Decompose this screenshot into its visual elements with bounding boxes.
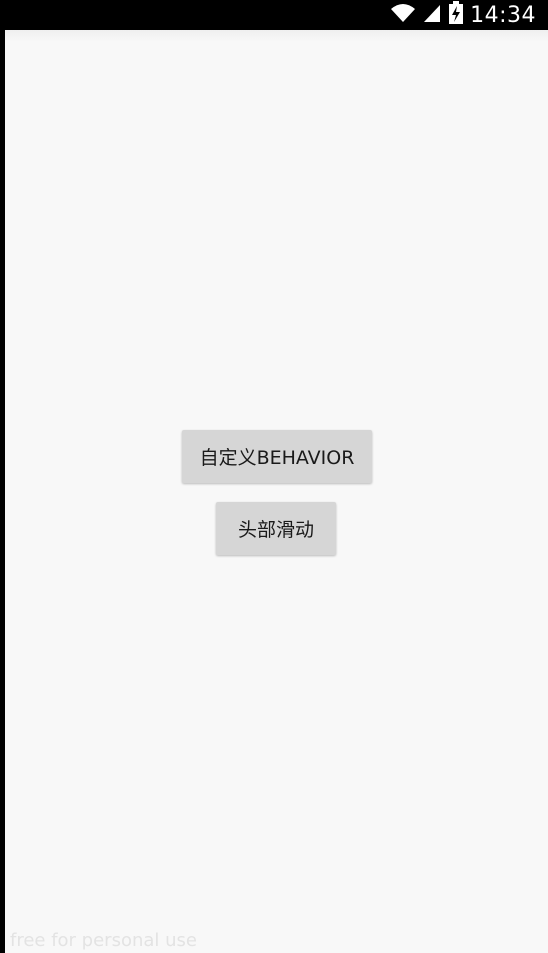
main-content: 自定义BEHAVIOR 头部滑动 free for personal use	[5, 30, 548, 953]
header-scroll-button[interactable]: 头部滑动	[216, 502, 336, 555]
status-icons: 14:34	[390, 0, 536, 30]
wifi-icon	[390, 2, 416, 28]
custom-behavior-button[interactable]: 自定义BEHAVIOR	[182, 430, 372, 483]
signal-icon	[422, 2, 442, 28]
status-bar: 14:34	[0, 0, 548, 30]
action-bar-shadow	[5, 30, 548, 42]
battery-charging-icon	[448, 1, 464, 29]
status-time: 14:34	[470, 2, 536, 28]
watermark-text: free for personal use	[10, 930, 197, 951]
